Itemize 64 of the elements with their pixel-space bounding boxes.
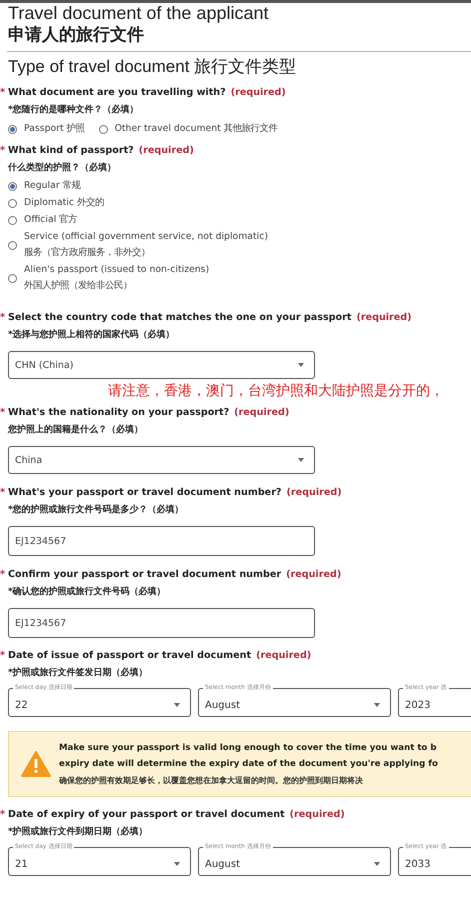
radio-option[interactable]: Official 官方 [8, 212, 78, 228]
country-select[interactable]: CHN (China) [8, 351, 315, 379]
warning-icon [21, 751, 51, 777]
radio-circle[interactable] [8, 274, 17, 282]
question-label: What's your passport or travel document number? [8, 486, 282, 500]
required-asterisk: * [0, 486, 6, 500]
required-note: (required) [356, 311, 412, 325]
radio-circle[interactable] [8, 182, 17, 190]
country-select[interactable]: China [8, 446, 315, 474]
page-title-zh: 申请人的旅行文件 [7, 24, 145, 47]
required-asterisk: * [0, 649, 6, 663]
question-label-zh: 什么类型的护照？（必填） [6, 161, 117, 175]
required-note: (required) [230, 86, 286, 100]
radio-option[interactable]: Regular 常规 [8, 178, 81, 194]
required-note: (required) [290, 808, 345, 822]
required-asterisk: * [0, 568, 6, 582]
radio-circle[interactable] [8, 198, 17, 208]
radio-circle[interactable] [8, 124, 17, 134]
radio-option[interactable]: Passport 护照 [8, 121, 85, 137]
caret-icon [298, 363, 304, 367]
required-asterisk: * [0, 808, 6, 822]
warning-text-zh: 确保您的护照有效期足够长，以覆盖您想在加拿大逗留的时间。您的护照到期日期将决 [59, 774, 364, 787]
question-label: Select the country code that matches the one on your passport [8, 311, 352, 325]
radio-option[interactable]: Diplomatic 外交的 [8, 195, 104, 211]
question-label: What kind of passport? [8, 144, 134, 158]
question-label-zh: *确认您的护照或旅行文件号码（必填） [7, 585, 167, 599]
required-note: (required) [234, 406, 290, 420]
radio-option[interactable]: Service (official government service, not diplomatic) 服务（官方政府服务，非外交） [8, 229, 268, 261]
required-note: (required) [138, 144, 194, 158]
required-note: (required) [256, 649, 312, 663]
required-note: (required) [286, 568, 342, 582]
required-asterisk: * [0, 406, 6, 420]
annotation-note: 请注意，香港，澳门，台湾护照和大陆护照是分开的， [107, 382, 445, 401]
input-field[interactable]: EJ1234567 [8, 526, 315, 556]
required-asterisk: * [0, 86, 6, 100]
question-label-zh: *您随行的是哪种文件？（必填） [7, 103, 140, 117]
page-title: Travel document of the applicant [7, 3, 270, 23]
question-label-zh: 您护照上的国籍是什么？（必填） [6, 423, 144, 437]
radio-option[interactable]: Alien's passport (issued to non-citizens) 外国人护照（发给非公民） [8, 262, 210, 294]
input-field[interactable]: EJ1234567 [8, 608, 315, 638]
caret-icon [298, 458, 304, 462]
section-heading: Type of travel document 旅行文件类型 [7, 56, 298, 78]
question-label: Date of expiry of your passport or travel document [8, 808, 285, 822]
warning-text: expiry date will determine the expiry date of the document you're applying fo [59, 758, 438, 771]
radio-circle[interactable] [98, 124, 108, 134]
radio-option[interactable]: Other travel document 其他旅行文件 [98, 121, 278, 137]
radio-circle[interactable] [8, 240, 17, 250]
radio-circle[interactable] [8, 216, 17, 224]
question-label: Confirm your passport or travel document number [8, 568, 282, 582]
caret-icon [174, 703, 180, 707]
warning-text: Make sure your passport is valid long enough to cover the time you want to b [59, 742, 438, 755]
caret-icon [374, 862, 380, 866]
question-label-zh: *您的护照或旅行文件号码是多少？（必填） [7, 503, 185, 517]
caret-icon [374, 703, 380, 707]
question-label-zh: *护照或旅行文件签发日期（必填） [7, 666, 149, 680]
required-note: (required) [286, 486, 342, 500]
question-label-zh: *选择与您护照上相符的国家代码（必填） [7, 328, 176, 342]
required-asterisk: * [0, 144, 6, 158]
question-label: Date of issue of passport or travel document [8, 649, 252, 663]
caret-icon [174, 862, 180, 866]
question-label: What document are you travelling with? [8, 86, 226, 100]
question-label-zh: *护照或旅行文件到期日期（必填） [7, 825, 149, 839]
question-label: What's the nationality on your passport? [8, 406, 230, 420]
required-asterisk: * [0, 311, 6, 325]
